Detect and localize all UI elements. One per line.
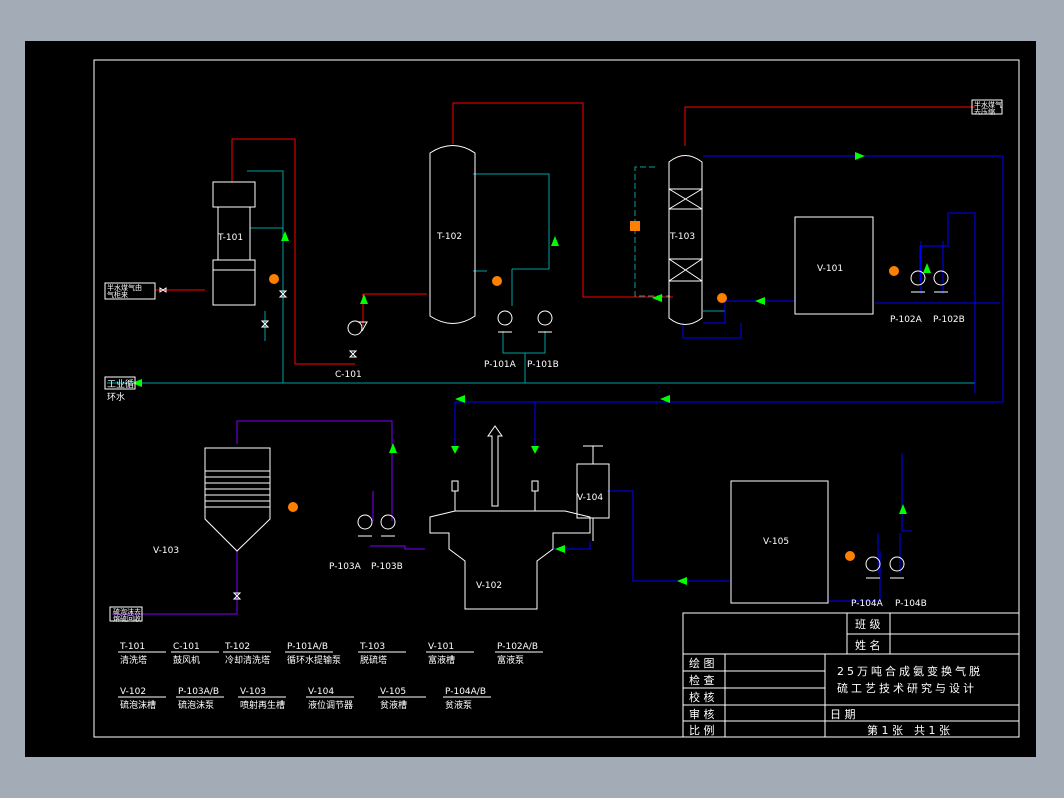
pipelines bbox=[107, 102, 1004, 615]
t101-washing-tower[interactable] bbox=[212, 181, 256, 306]
tb-sheet: 第 1 张 共 1 张 bbox=[867, 723, 950, 737]
label-p104a: P-104A bbox=[851, 599, 884, 609]
instrument-icon bbox=[288, 502, 298, 512]
tb-date: 日 期 bbox=[830, 708, 856, 721]
instrument-icon bbox=[889, 266, 899, 276]
instrument-icon bbox=[630, 221, 640, 231]
label-v103: V-103 bbox=[153, 546, 179, 556]
legend-name: 液位调节器 bbox=[308, 699, 353, 711]
legend-code: P-101A/B bbox=[287, 642, 328, 652]
instrument-icon bbox=[717, 293, 727, 303]
drawing-sheet: T-101 T-102 T-103 V-101 C-101 P-101A P-1… bbox=[25, 41, 1036, 757]
label-feed-gas-2: 气柜来 bbox=[107, 290, 128, 299]
label-v101: V-101 bbox=[817, 264, 843, 274]
p103a-pump[interactable] bbox=[357, 514, 373, 537]
instrument-icon bbox=[492, 276, 502, 286]
gas-pipe-t102-t103 bbox=[452, 102, 673, 298]
instrument-icon bbox=[269, 274, 279, 284]
label-t103: T-103 bbox=[669, 232, 695, 242]
legend-name: 冷却清洗塔 bbox=[225, 654, 270, 666]
legend-code: V-105 bbox=[380, 687, 406, 697]
label-t102: T-102 bbox=[436, 232, 462, 242]
label-t101: T-101 bbox=[217, 233, 243, 243]
tb-name-label: 姓 名 bbox=[855, 638, 881, 652]
legend-code: V-104 bbox=[308, 687, 334, 697]
legend-name: 硫泡沫槽 bbox=[120, 699, 156, 711]
tb-checked: 检 查 bbox=[689, 673, 715, 687]
legend-name: 贫液泵 bbox=[445, 699, 472, 711]
label-sulfur-out-2: 熔硫回收 bbox=[113, 614, 141, 623]
legend-name: 脱硫塔 bbox=[360, 654, 387, 666]
gas-pipe-c101-t102 bbox=[362, 293, 427, 326]
valve-icon bbox=[348, 350, 358, 358]
p102a-pump[interactable] bbox=[910, 270, 926, 293]
label-v104: V-104 bbox=[577, 493, 603, 503]
label-p104b: P-104B bbox=[895, 599, 927, 609]
gas-pipe-t103-out bbox=[684, 106, 975, 146]
p101a-pump[interactable] bbox=[497, 310, 513, 333]
tb-reviewed: 审 核 bbox=[689, 707, 715, 721]
label-p102b: P-102B bbox=[933, 315, 965, 325]
legend-name: 喷射再生槽 bbox=[240, 699, 285, 711]
tb-class-label: 班 级 bbox=[855, 618, 881, 631]
label-cooling-water-2: 环水 bbox=[107, 391, 125, 403]
drawing-frame bbox=[93, 59, 1020, 738]
legend-code: P-104A/B bbox=[445, 687, 486, 697]
legend-code: P-103A/B bbox=[178, 687, 219, 697]
p104b-pump[interactable] bbox=[889, 556, 905, 579]
legend-name: 硫泡沫泵 bbox=[178, 699, 214, 711]
tb-title-line2: 硫工艺技术研究与设计 bbox=[837, 681, 977, 695]
legend-name: 清洗塔 bbox=[120, 654, 147, 666]
label-v102: V-102 bbox=[476, 581, 502, 591]
legend-name: 贫液槽 bbox=[380, 699, 407, 711]
v102-sulfur-foam-tank[interactable] bbox=[429, 425, 591, 610]
legend-code: T-101 bbox=[119, 642, 145, 652]
legend-name: 富液泵 bbox=[497, 654, 524, 666]
p101b-pump[interactable] bbox=[537, 310, 553, 333]
v103-jet-regeneration-tank[interactable] bbox=[204, 447, 271, 552]
label-p101a: P-101A bbox=[484, 360, 517, 370]
title-block-text: 班 级 姓 名 绘 图 检 查 校 核 审 核 比 例 25万吨合成氨变换气脱 … bbox=[689, 618, 983, 737]
legend-name: 循环水提输泵 bbox=[287, 654, 341, 666]
instrument-icon bbox=[845, 551, 855, 561]
legend-code: V-103 bbox=[240, 687, 266, 697]
legend-code: T-103 bbox=[359, 642, 385, 652]
label-p101b: P-101B bbox=[527, 360, 559, 370]
label-c101: C-101 bbox=[335, 370, 362, 380]
legend-name: 富液槽 bbox=[428, 654, 455, 666]
legend-code: C-101 bbox=[173, 642, 200, 652]
label-p103a: P-103A bbox=[329, 562, 362, 572]
label-p102a: P-102A bbox=[890, 315, 923, 325]
legend-code: T-102 bbox=[224, 642, 250, 652]
p102b-pump[interactable] bbox=[933, 270, 949, 293]
legend-code: V-102 bbox=[120, 687, 146, 697]
c101-blower[interactable] bbox=[347, 320, 368, 336]
tb-title-line1: 25万吨合成氨变换气脱 bbox=[837, 664, 983, 678]
tb-scale: 比 例 bbox=[689, 723, 715, 737]
label-v105: V-105 bbox=[763, 537, 789, 547]
process-flow-diagram: T-101 T-102 T-103 V-101 C-101 P-101A P-1… bbox=[93, 59, 1020, 738]
legend-code: V-101 bbox=[428, 642, 454, 652]
label-cooling-water-1: 工业循 bbox=[107, 378, 134, 390]
equipment-legend: T-101 清洗塔 C-101 鼓风机 T-102 冷却清洗塔 P-101A/B 循环水提输泵… bbox=[118, 642, 543, 711]
legend-code: P-102A/B bbox=[497, 642, 538, 652]
pumps bbox=[347, 270, 949, 579]
tb-drawn: 绘 图 bbox=[689, 656, 715, 670]
legend-name: 鼓风机 bbox=[173, 654, 200, 666]
label-gas-out-2: 去压缩 bbox=[974, 107, 995, 116]
tb-proofread: 校 核 bbox=[689, 690, 715, 704]
p103b-pump[interactable] bbox=[380, 514, 396, 537]
label-p103b: P-103B bbox=[371, 562, 403, 572]
